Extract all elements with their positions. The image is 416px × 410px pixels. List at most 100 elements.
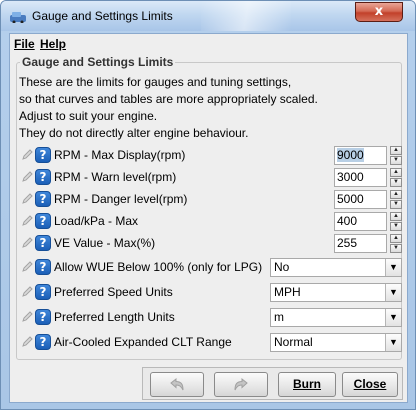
description-line-3: Adjust to suit your engine.	[19, 109, 158, 123]
rpm-warn-spinner[interactable]: ▲ ▼	[390, 168, 402, 187]
burn-button[interactable]: Burn	[278, 372, 336, 397]
wue-select-value: No	[274, 260, 290, 274]
rpm-danger-input[interactable]: 5000	[334, 190, 387, 209]
field-row-rpm-max: ? RPM - Max Display(rpm) 9000 ▲ ▼	[21, 144, 402, 166]
close-icon: x	[374, 4, 384, 19]
chevron-down-icon[interactable]: ▼	[385, 334, 401, 351]
pencil-icon	[22, 311, 33, 322]
rpm-warn-input[interactable]: 3000	[334, 168, 387, 187]
limits-group: Gauge and Settings Limits These are the …	[16, 55, 402, 360]
field-label: RPM - Warn level(rpm)	[54, 170, 177, 184]
rpm-max-value: 9000	[337, 148, 364, 162]
menu-help[interactable]: Help	[40, 37, 66, 51]
select-label: Preferred Speed Units	[54, 285, 173, 299]
dialog-window: Gauge and Settings Limits x File Help Ga…	[0, 0, 416, 410]
pencil-icon	[22, 261, 33, 272]
load-max-value: 400	[337, 214, 358, 228]
field-row-rpm-danger: ? RPM - Danger level(rpm) 5000 ▲ ▼	[21, 188, 402, 210]
pencil-icon	[22, 215, 33, 226]
help-icon[interactable]: ?	[35, 284, 51, 300]
help-icon[interactable]: ?	[35, 169, 51, 185]
menu-bar: File Help	[10, 34, 407, 54]
field-label: RPM - Max Display(rpm)	[54, 148, 186, 162]
description-line-2: so that curves and tables are more appro…	[19, 92, 318, 106]
chevron-down-icon[interactable]: ▼	[385, 259, 401, 276]
chevron-down-icon[interactable]: ▼	[385, 284, 401, 301]
button-bar: Burn Close	[142, 367, 403, 400]
field-label: VE Value - Max(%)	[54, 236, 156, 250]
menu-help-label: Help	[40, 37, 67, 51]
wue-select[interactable]: No ▼	[270, 258, 402, 277]
spin-up-icon[interactable]: ▲	[390, 146, 402, 155]
menu-file[interactable]: File	[14, 37, 35, 51]
close-window-button[interactable]: x	[355, 2, 403, 22]
chevron-down-icon[interactable]: ▼	[385, 309, 401, 326]
undo-button[interactable]	[150, 372, 204, 397]
spin-down-icon[interactable]: ▼	[390, 156, 402, 165]
help-icon[interactable]: ?	[35, 259, 51, 275]
length-units-value: m	[274, 310, 284, 324]
select-row-clt-range: ? Air-Cooled Expanded CLT Range Normal ▼	[21, 331, 402, 353]
select-row-wue: ? Allow WUE Below 100% (only for LPG) No…	[21, 256, 402, 278]
field-row-rpm-warn: ? RPM - Warn level(rpm) 3000 ▲ ▼	[21, 166, 402, 188]
select-label: Preferred Length Units	[54, 310, 175, 324]
title-bar-sheen	[201, 1, 291, 31]
pencil-icon	[22, 149, 33, 160]
select-row-speed-units: ? Preferred Speed Units MPH ▼	[21, 281, 402, 303]
load-max-spinner[interactable]: ▲ ▼	[390, 212, 402, 231]
help-icon[interactable]: ?	[35, 309, 51, 325]
help-icon[interactable]: ?	[35, 191, 51, 207]
ve-max-input[interactable]: 255	[334, 234, 387, 253]
pencil-icon	[22, 171, 33, 182]
spin-up-icon[interactable]: ▲	[390, 168, 402, 177]
pencil-icon	[22, 286, 33, 297]
speed-units-select[interactable]: MPH ▼	[270, 283, 402, 302]
undo-icon	[170, 377, 184, 391]
select-label: Allow WUE Below 100% (only for LPG)	[54, 260, 263, 274]
close-button-label: Close	[353, 377, 387, 391]
spin-up-icon[interactable]: ▲	[390, 190, 402, 199]
rpm-max-input[interactable]: 9000	[334, 146, 387, 165]
rpm-warn-value: 3000	[337, 170, 364, 184]
ve-max-spinner[interactable]: ▲ ▼	[390, 234, 402, 253]
help-icon[interactable]: ?	[35, 147, 51, 163]
rpm-max-spinner[interactable]: ▲ ▼	[390, 146, 402, 165]
clt-range-select[interactable]: Normal ▼	[270, 333, 402, 352]
spin-up-icon[interactable]: ▲	[390, 212, 402, 221]
close-button[interactable]: Close	[342, 372, 398, 397]
redo-button[interactable]	[214, 372, 268, 397]
ve-max-value: 255	[337, 236, 358, 250]
dialog-client-area: File Help Gauge and Settings Limits Thes…	[9, 33, 408, 403]
spin-up-icon[interactable]: ▲	[390, 234, 402, 243]
help-icon[interactable]: ?	[35, 213, 51, 229]
speed-units-value: MPH	[274, 285, 301, 299]
field-label: Load/kPa - Max	[54, 214, 139, 228]
field-label: RPM - Danger level(rpm)	[54, 192, 188, 206]
select-label: Air-Cooled Expanded CLT Range	[54, 335, 232, 349]
description-line-4: They do not directly alter engine behavi…	[19, 126, 249, 140]
spin-down-icon[interactable]: ▼	[390, 200, 402, 209]
menu-file-label: File	[14, 37, 35, 51]
field-row-ve-max: ? VE Value - Max(%) 255 ▲ ▼	[21, 232, 402, 254]
clt-range-value: Normal	[274, 335, 313, 349]
select-row-length-units: ? Preferred Length Units m ▼	[21, 306, 402, 328]
spin-down-icon[interactable]: ▼	[390, 178, 402, 187]
pencil-icon	[22, 336, 33, 347]
spin-down-icon[interactable]: ▼	[390, 222, 402, 231]
app-icon	[10, 12, 26, 23]
help-icon[interactable]: ?	[35, 235, 51, 251]
help-icon[interactable]: ?	[35, 334, 51, 350]
pencil-icon	[22, 237, 33, 248]
window-title: Gauge and Settings Limits	[32, 9, 173, 23]
rpm-danger-spinner[interactable]: ▲ ▼	[390, 190, 402, 209]
load-max-input[interactable]: 400	[334, 212, 387, 231]
length-units-select[interactable]: m ▼	[270, 308, 402, 327]
burn-button-label: Burn	[293, 377, 321, 391]
redo-icon	[234, 377, 248, 391]
description-line-1: These are the limits for gauges and tuni…	[19, 75, 292, 89]
spin-down-icon[interactable]: ▼	[390, 244, 402, 253]
rpm-danger-value: 5000	[337, 192, 364, 206]
title-bar[interactable]: Gauge and Settings Limits x	[1, 1, 415, 31]
pencil-icon	[22, 193, 33, 204]
group-title: Gauge and Settings Limits	[20, 55, 176, 69]
